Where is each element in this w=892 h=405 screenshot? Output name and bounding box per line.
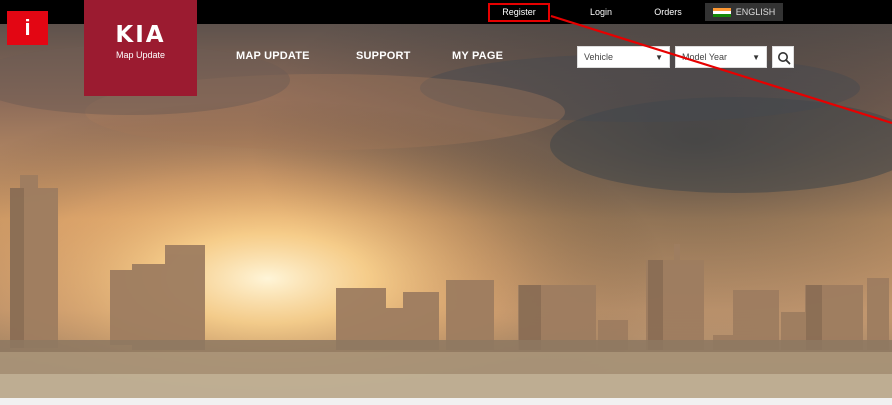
- login-link[interactable]: Login: [581, 0, 621, 24]
- search-button[interactable]: [772, 46, 794, 68]
- logo-subtitle: Map Update: [115, 50, 166, 60]
- register-link[interactable]: Register: [488, 3, 550, 22]
- nav-my-page[interactable]: MY PAGE: [452, 50, 503, 62]
- chevron-down-icon: ▼: [655, 52, 663, 62]
- orders-link[interactable]: Orders: [643, 0, 693, 24]
- search-icon: [778, 52, 791, 65]
- chevron-down-icon: ▼: [752, 52, 760, 62]
- vehicle-select-label: Vehicle: [584, 52, 614, 62]
- annotation-badge: i: [7, 11, 48, 45]
- nav-map-update[interactable]: MAP UPDATE: [236, 50, 310, 62]
- kia-logo[interactable]: KIA Map Update: [84, 0, 197, 96]
- model-year-select-label: Model Year: [682, 52, 728, 62]
- page-bottom-strip: [0, 398, 892, 405]
- model-year-select[interactable]: Model Year ▼: [675, 46, 767, 68]
- vehicle-select[interactable]: Vehicle ▼: [577, 46, 670, 68]
- language-selector[interactable]: ENGLISH: [705, 3, 783, 21]
- brand-logo-text: KIA: [115, 22, 166, 48]
- language-label: ENGLISH: [735, 7, 776, 17]
- kia-map-update-page: Register Login Orders ENGLISH KIA Map Up…: [0, 0, 892, 405]
- nav-support[interactable]: SUPPORT: [356, 50, 411, 62]
- india-flag-icon: [712, 7, 731, 17]
